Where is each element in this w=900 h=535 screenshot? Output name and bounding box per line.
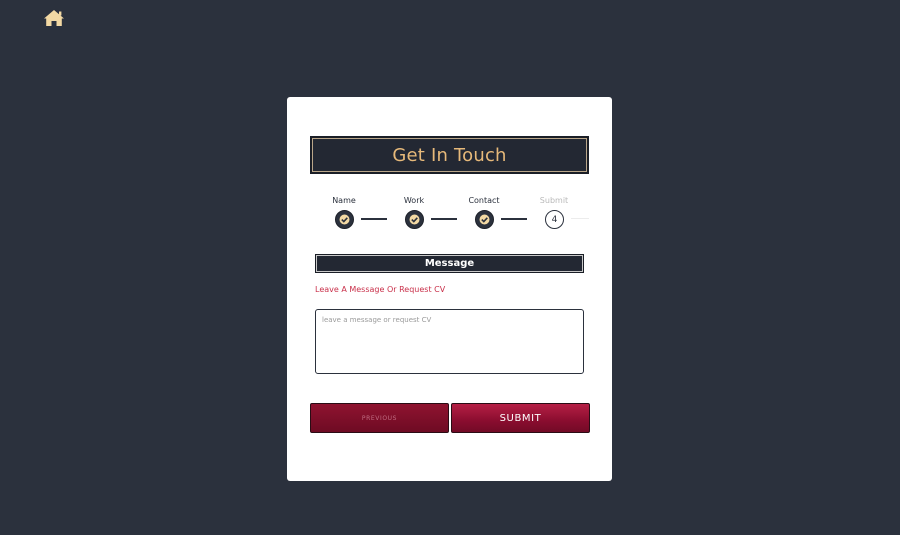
- step-connector: [431, 218, 457, 220]
- check-icon: [405, 210, 424, 229]
- check-icon: [475, 210, 494, 229]
- step-label: Work: [403, 196, 425, 205]
- form-title: Get In Touch: [392, 144, 507, 166]
- section-header: Message: [315, 254, 584, 273]
- step-label: Contact: [468, 196, 500, 205]
- home-icon[interactable]: [43, 9, 65, 27]
- step-work: Work: [389, 195, 439, 229]
- contact-form-card: Get In Touch Name Work Contact Submit 4: [287, 97, 612, 481]
- step-label: Submit: [539, 196, 569, 205]
- message-hint: Leave A Message Or Request CV: [315, 285, 446, 294]
- section-title: Message: [424, 258, 475, 269]
- step-number: 4: [545, 210, 564, 229]
- step-submit: Submit 4: [529, 195, 579, 229]
- step-contact: Contact: [459, 195, 509, 229]
- message-input[interactable]: [315, 309, 584, 374]
- progress-steps: Name Work Contact Submit 4: [319, 195, 594, 235]
- submit-button[interactable]: SUBMIT: [451, 403, 590, 433]
- step-label: Name: [332, 196, 356, 205]
- step-name: Name: [319, 195, 369, 229]
- step-connector: [571, 218, 589, 219]
- check-icon: [335, 210, 354, 229]
- step-connector: [501, 218, 527, 220]
- step-connector: [361, 218, 387, 220]
- previous-button[interactable]: PREVIOUS: [310, 403, 449, 433]
- form-title-box: Get In Touch: [310, 136, 589, 174]
